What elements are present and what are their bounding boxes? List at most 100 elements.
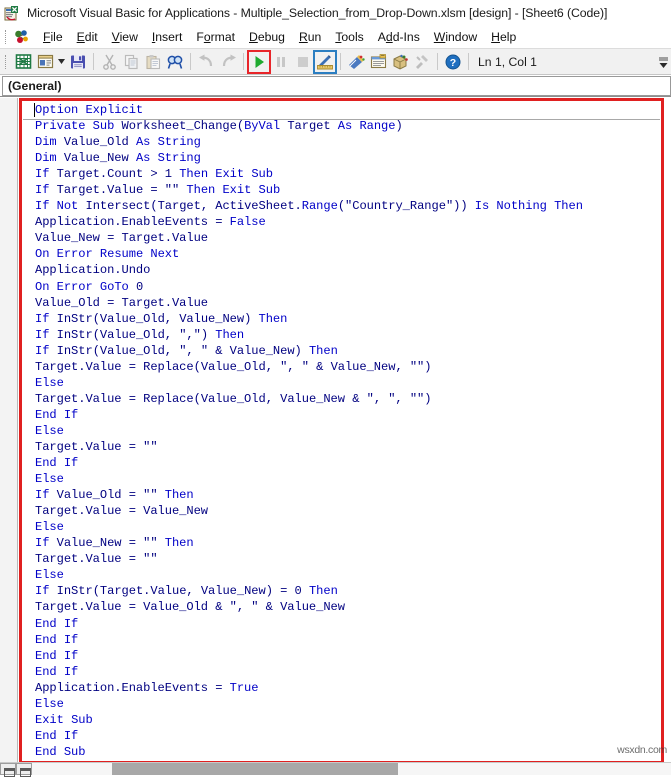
code-line: End If bbox=[35, 648, 79, 663]
object-browser-icon[interactable] bbox=[389, 51, 411, 73]
code-line: If Target.Count > 1 Then Exit Sub bbox=[35, 167, 273, 182]
horizontal-scrollbar-track[interactable] bbox=[32, 763, 671, 775]
menu-item-file[interactable]: File bbox=[36, 28, 70, 46]
toolbar-separator bbox=[437, 53, 438, 70]
toolbar-overflow-chevron-icon[interactable] bbox=[658, 52, 669, 72]
code-line: Else bbox=[35, 423, 64, 438]
code-window-combo-bar: (General) bbox=[0, 75, 671, 97]
pause-icon bbox=[270, 51, 292, 73]
code-line: Application.EnableEvents = True bbox=[35, 680, 259, 695]
text-caret bbox=[34, 103, 35, 117]
toolbox-icon bbox=[411, 51, 433, 73]
code-line: Dim Value_New As String bbox=[35, 151, 201, 166]
code-line: Value_New = Target.Value bbox=[35, 231, 209, 246]
code-line: End Sub bbox=[35, 744, 86, 759]
insert-dropdown-chevron-down-icon[interactable] bbox=[56, 51, 67, 73]
properties-window-icon[interactable] bbox=[367, 51, 389, 73]
code-line: Else bbox=[35, 520, 64, 535]
find-icon[interactable] bbox=[164, 51, 186, 73]
code-line: Application.EnableEvents = False bbox=[35, 215, 266, 230]
toolbar-separator bbox=[468, 53, 469, 70]
code-line: On Error GoTo 0 bbox=[35, 279, 144, 294]
help-icon[interactable]: ? bbox=[442, 51, 464, 73]
code-line: If InStr(Value_Old, ",") Then bbox=[35, 327, 245, 342]
standard-toolbar: ? Ln 1, Col 1 bbox=[0, 48, 671, 75]
paste-icon bbox=[142, 51, 164, 73]
menu-item-debug[interactable]: Debug bbox=[242, 28, 292, 46]
design-mode-icon[interactable] bbox=[313, 49, 337, 74]
horizontal-scrollbar[interactable] bbox=[0, 762, 671, 777]
code-line: Target.Value = "" bbox=[35, 439, 158, 454]
menu-bar: File Edit View Insert Format Debug Run T… bbox=[0, 26, 671, 48]
window-title: Microsoft Visual Basic for Applications … bbox=[27, 6, 608, 20]
code-line: If Not Intersect(Target, ActiveSheet.Ran… bbox=[35, 199, 583, 214]
code-line: Dim Value_Old As String bbox=[35, 135, 201, 150]
menubar-grip[interactable] bbox=[3, 29, 10, 45]
code-line: End If bbox=[35, 728, 79, 743]
code-line: End If bbox=[35, 407, 79, 422]
code-line: Value_Old = Target.Value bbox=[35, 295, 209, 310]
menu-item-addins[interactable]: Add-Ins bbox=[371, 28, 427, 46]
insert-userform-icon[interactable] bbox=[34, 51, 56, 73]
copy-icon bbox=[120, 51, 142, 73]
vba-logo-icon bbox=[12, 28, 31, 46]
code-line: Target.Value = Replace(Value_Old, Value_… bbox=[35, 391, 432, 406]
code-line: End If bbox=[35, 616, 79, 631]
menu-item-insert[interactable]: Insert bbox=[145, 28, 190, 46]
redo-icon bbox=[217, 51, 239, 73]
code-editor-area[interactable]: Option Explicit Private Sub Worksheet_Cha… bbox=[0, 98, 671, 775]
module-declaration-separator bbox=[23, 119, 660, 120]
object-combo-box[interactable]: (General) bbox=[2, 75, 671, 96]
code-line: Exit Sub bbox=[35, 712, 93, 727]
code-line: End If bbox=[35, 632, 79, 647]
code-margin-indicator-bar[interactable] bbox=[0, 98, 18, 775]
object-combo-value: (General) bbox=[8, 78, 62, 93]
menu-item-help[interactable]: Help bbox=[484, 28, 523, 46]
stop-icon bbox=[292, 51, 314, 73]
code-line: If InStr(Value_Old, ", " & Value_New) Th… bbox=[35, 343, 338, 358]
code-line: On Error Resume Next bbox=[35, 247, 180, 262]
menu-item-run[interactable]: Run bbox=[292, 28, 328, 46]
code-line: Application.Undo bbox=[35, 263, 151, 278]
code-text-scroll-region[interactable]: Option Explicit Private Sub Worksheet_Cha… bbox=[23, 102, 660, 760]
code-line: Else bbox=[35, 375, 64, 390]
project-explorer-icon[interactable] bbox=[345, 51, 367, 73]
code-line: If InStr(Value_Old, Value_New) Then bbox=[35, 311, 288, 326]
cursor-position-label: Ln 1, Col 1 bbox=[478, 54, 537, 69]
procedure-view-icon[interactable] bbox=[0, 763, 16, 777]
code-line: Target.Value = "" bbox=[35, 552, 158, 567]
code-line: Else bbox=[35, 696, 64, 711]
menu-item-view[interactable]: View bbox=[105, 28, 145, 46]
horizontal-scrollbar-thumb[interactable] bbox=[112, 763, 398, 775]
svg-text:?: ? bbox=[450, 57, 456, 69]
toolbar-grip[interactable] bbox=[3, 54, 10, 70]
menu-item-format[interactable]: Format bbox=[189, 28, 242, 46]
menu-item-tools[interactable]: Tools bbox=[328, 28, 370, 46]
view-excel-icon[interactable] bbox=[12, 51, 34, 73]
full-module-view-icon[interactable] bbox=[16, 763, 32, 777]
window-titlebar: Microsoft Visual Basic for Applications … bbox=[0, 0, 671, 26]
code-window: (General) Option Explicit Private Sub Wor… bbox=[0, 75, 671, 775]
watermark-label: wsxdn.com bbox=[617, 744, 667, 756]
code-text: Option Explicit Private Sub Worksheet_Cha… bbox=[23, 102, 660, 760]
toolbar-separator bbox=[340, 53, 341, 70]
save-icon[interactable] bbox=[67, 51, 89, 73]
code-line: Private Sub Worksheet_Change(ByVal Targe… bbox=[35, 119, 403, 134]
menu-item-edit[interactable]: Edit bbox=[70, 28, 105, 46]
code-line: Else bbox=[35, 568, 64, 583]
run-icon[interactable] bbox=[247, 49, 271, 74]
code-line: Target.Value = Value_New bbox=[35, 504, 209, 519]
code-line: End If bbox=[35, 664, 79, 679]
code-line: Else bbox=[35, 472, 64, 487]
menu-item-window[interactable]: Window bbox=[427, 28, 484, 46]
toolbar-separator bbox=[190, 53, 191, 70]
code-line: If Value_Old = "" Then bbox=[35, 488, 194, 503]
code-line: End If bbox=[35, 456, 79, 471]
code-line: If InStr(Target.Value, Value_New) = 0 Th… bbox=[35, 584, 338, 599]
code-line: Target.Value = Value_Old & ", " & Value_… bbox=[35, 600, 345, 615]
cut-icon bbox=[98, 51, 120, 73]
toolbar-separator bbox=[243, 53, 244, 70]
code-line: Target.Value = Replace(Value_Old, ", " &… bbox=[35, 359, 432, 374]
code-line: If Target.Value = "" Then Exit Sub bbox=[35, 183, 281, 198]
code-line: If Value_New = "" Then bbox=[35, 536, 194, 551]
